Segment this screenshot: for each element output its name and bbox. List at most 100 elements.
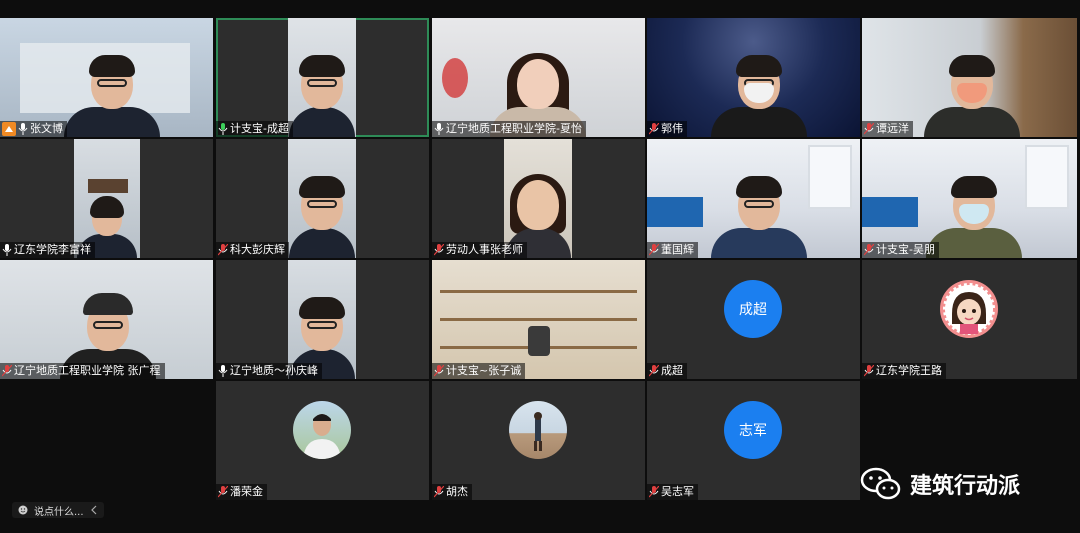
participant-name-tag: 张文博 [0,121,67,137]
participant-name: 辽东学院王路 [876,364,942,377]
microphone-muted-icon [649,123,659,135]
video-frame [288,139,356,258]
participant-name-tag: 辽宁地质工程职业学院 张广程 [0,363,165,379]
participant-name-tag: 计支宝~张子诚 [432,363,526,379]
microphone-icon [434,123,444,135]
chat-input[interactable]: 说点什么... [12,502,104,518]
video-tile-active-speaker[interactable]: 计支宝-成超 [216,18,429,137]
microphone-muted-icon [864,244,874,256]
participant-name: 张文博 [30,122,63,135]
video-tile[interactable]: 辽东学院李富祥 [0,139,213,258]
microphone-muted-icon [649,486,659,498]
cartoon-girl-icon [941,281,997,337]
video-tile[interactable]: 计支宝~张子诚 [432,260,645,379]
participant-video [289,176,355,258]
wechat-icon [860,467,901,500]
participant-name: 董国辉 [661,243,694,256]
flowers-decor [442,58,468,98]
watermark-text: 建筑行动派 [910,474,1021,499]
participant-name-tag: 辽东学院王路 [862,363,946,379]
participant-name-tag: 董国辉 [647,242,698,258]
host-icon [2,122,16,136]
video-tile[interactable]: 胡杰 [432,381,645,500]
microphone-muted-icon [218,244,228,256]
window-top-bar [0,0,1080,18]
participant-name-tag: 辽东学院李富祥 [0,242,95,258]
participant-name: 辽宁地质～孙庆峰 [230,364,318,377]
participant-name-tag: 成超 [647,363,687,379]
wall-painting [88,179,128,193]
video-tile[interactable]: 潘荣金 [216,381,429,500]
participant-name: 谭远洋 [876,122,909,135]
video-frame [288,260,356,379]
microphone-muted-icon [864,365,874,377]
participant-name: 辽东学院李富祥 [14,243,91,256]
microphone-icon [218,365,228,377]
avatar [940,280,998,338]
participant-name-tag: 辽宁地质～孙庆峰 [216,363,322,379]
video-tile[interactable]: 劳动人事张老师 [432,139,645,258]
participant-video [924,55,1020,137]
participant-video [289,55,355,137]
video-tile[interactable]: 志军 吴志军 [647,381,860,500]
microphone-muted-icon [2,365,12,377]
collapse-chevron-icon[interactable] [90,505,98,515]
participant-name-tag: 计支宝-成超 [216,121,293,137]
participant-name: 潘荣金 [230,485,263,498]
participant-name: 胡杰 [446,485,468,498]
video-tile[interactable]: 张文博 [0,18,213,137]
sofa-decor [862,197,918,227]
avatar: 志军 [724,401,782,459]
participant-name: 成超 [661,364,683,377]
window-decor [1025,145,1069,209]
microphone-muted-icon [649,365,659,377]
microphone-muted-icon [434,244,444,256]
participant-name: 吴志军 [661,485,694,498]
shelf-board [440,290,637,293]
participant-name: 郭伟 [661,122,683,135]
emoji-icon[interactable] [18,505,28,515]
video-tile[interactable]: 计支宝-吴朋 [862,139,1077,258]
video-frame [288,18,356,137]
video-frame [74,139,140,258]
avatar: 成超 [724,280,782,338]
participant-video [711,55,807,137]
bottom-bar [0,500,1080,533]
video-tile[interactable]: 辽宁地质工程职业学院 张广程 [0,260,213,379]
participant-name-tag: 计支宝-吴朋 [862,242,939,258]
profile-photo-icon [303,414,341,459]
participant-video [711,176,807,258]
microphone-muted-icon [218,486,228,498]
chat-placeholder: 说点什么... [34,506,84,518]
participant-name: 计支宝~张子诚 [446,364,522,377]
microphone-icon [2,244,12,256]
participant-video [926,176,1022,258]
video-tile[interactable]: 董国辉 [647,139,860,258]
microphone-icon [218,123,228,135]
participant-name-tag: 辽宁地质工程职业学院-夏怡 [432,121,586,137]
participant-video [64,55,160,137]
video-frame [504,139,572,258]
video-tile[interactable]: 辽宁地质～孙庆峰 [216,260,429,379]
microphone-muted-icon [864,123,874,135]
video-tile[interactable]: 成超 成超 [647,260,860,379]
window-decor [808,145,852,209]
microphone-icon [18,123,28,135]
video-grid: 张文博 计支宝-成超 辽宁地质工程职业学院-夏怡 郭伟 谭远洋 辽东学院李富祥 … [0,18,1077,500]
beach-photo-icon [534,412,542,451]
participant-name-tag: 郭伟 [647,121,687,137]
watermark: 建筑行动派 [860,464,1020,504]
participant-name: 科大彭庆辉 [230,243,285,256]
participant-name-tag: 科大彭庆辉 [216,242,289,258]
video-tile[interactable]: 郭伟 [647,18,860,137]
microphone-muted-icon [434,486,444,498]
participant-name: 计支宝-吴朋 [876,243,935,256]
video-tile[interactable]: 辽东学院王路 [862,260,1077,379]
video-tile[interactable]: 谭远洋 [862,18,1077,137]
chair-decor [528,326,550,356]
participant-name-tag: 潘荣金 [216,484,267,500]
video-tile[interactable]: 辽宁地质工程职业学院-夏怡 [432,18,645,137]
participant-name: 计支宝-成超 [230,122,289,135]
video-tile[interactable]: 科大彭庆辉 [216,139,429,258]
participant-name-tag: 吴志军 [647,484,698,500]
